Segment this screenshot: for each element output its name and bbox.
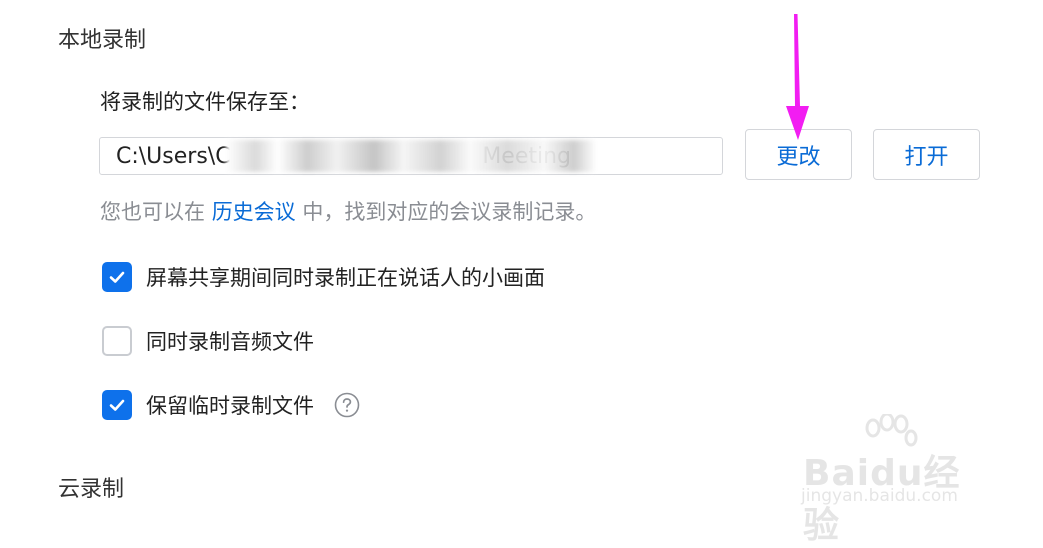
watermark-brand: Baidu经验 <box>803 453 961 546</box>
option-label: 屏幕共享期间同时录制正在说话人的小画面 <box>146 266 545 290</box>
checkbox-checked[interactable] <box>102 390 132 420</box>
annotation-arrow-icon <box>786 14 809 140</box>
help-question-icon[interactable] <box>334 392 360 418</box>
change-button[interactable]: 更改 <box>745 129 852 180</box>
checkbox-unchecked[interactable] <box>102 326 132 356</box>
option-label: 保留临时录制文件 <box>146 394 314 418</box>
save-path-field[interactable] <box>99 137 723 175</box>
checkmark-icon <box>109 271 125 283</box>
watermark-url: jingyan.baidu.com <box>801 486 958 506</box>
option-keep-temp-files[interactable]: 保留临时录制文件 <box>102 390 360 420</box>
local-recording-title: 本地录制 <box>58 28 147 53</box>
history-hint: 您也可以在 历史会议 中，找到对应的会议录制记录。 <box>100 196 596 226</box>
hint-suffix: 中，找到对应的会议录制记录。 <box>295 200 597 224</box>
baidu-watermark: Baidu经验 jingyan.baidu.com <box>797 414 997 546</box>
option-audio-file[interactable]: 同时录制音频文件 <box>102 326 314 356</box>
checkbox-checked[interactable] <box>102 262 132 292</box>
save-location-label: 将录制的文件保存至： <box>100 90 310 114</box>
history-meetings-link[interactable]: 历史会议 <box>212 200 296 224</box>
option-label: 同时录制音频文件 <box>146 330 314 354</box>
option-speaker-thumbnail[interactable]: 屏幕共享期间同时录制正在说话人的小画面 <box>102 262 545 292</box>
open-button[interactable]: 打开 <box>873 129 980 180</box>
checkmark-icon <box>109 399 125 411</box>
cloud-recording-title: 云录制 <box>58 477 125 502</box>
paw-logo-icon <box>865 414 918 447</box>
hint-prefix: 您也可以在 <box>100 200 212 224</box>
